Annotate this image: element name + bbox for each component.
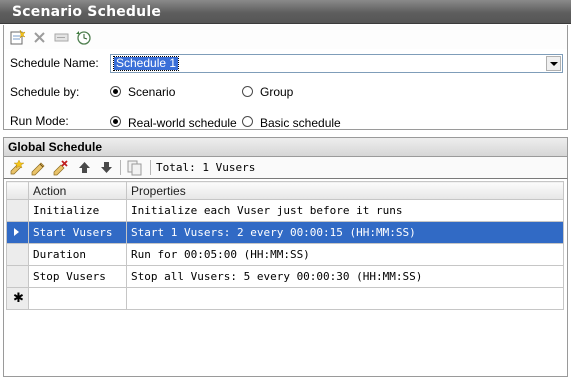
schedule-name-combo[interactable]: Schedule 1	[110, 54, 563, 73]
add-action-icon[interactable]	[8, 159, 25, 176]
schedule-by-label: Schedule by:	[10, 85, 80, 99]
action-cell[interactable]: Stop Vusers	[28, 265, 127, 288]
total-vusers-label: Total: 1 Vusers	[156, 161, 256, 174]
new-schedule-icon[interactable]	[9, 29, 26, 46]
radio-schedule-by-group-label[interactable]: Group	[260, 85, 293, 99]
row-selector[interactable]: ✱	[6, 287, 29, 310]
column-header-action[interactable]: Action	[28, 181, 127, 200]
global-schedule-toolbar: Total: 1 Vusers	[3, 157, 568, 178]
current-row-arrow-icon	[14, 228, 19, 236]
table-row[interactable]: Start Vusers Start 1 Vusers: 2 every 00:…	[6, 221, 564, 244]
toolbar-separator	[150, 160, 151, 175]
table-header-row: Action Properties	[6, 181, 564, 200]
properties-cell[interactable]: Initialize each Vuser just before it run…	[126, 199, 564, 222]
properties-cell[interactable]: Run for 00:05:00 (HH:MM:SS)	[126, 243, 564, 266]
row-header-corner	[6, 181, 29, 200]
radio-schedule-by-scenario[interactable]	[110, 86, 121, 97]
table-row[interactable]: Duration Run for 00:05:00 (HH:MM:SS)	[6, 243, 564, 266]
delete-action-icon[interactable]	[52, 159, 69, 176]
window-title: Scenario Schedule	[12, 4, 162, 20]
schedule-toolbar	[3, 25, 568, 49]
radio-run-mode-real-world[interactable]	[110, 116, 121, 127]
chevron-down-icon[interactable]	[546, 56, 561, 71]
action-cell[interactable]: Start Vusers	[28, 221, 127, 244]
toolbar-separator	[120, 160, 121, 175]
row-selector[interactable]	[6, 199, 29, 222]
schedule-name-label: Schedule Name:	[10, 56, 99, 70]
new-row-asterisk-icon: ✱	[13, 291, 24, 306]
table-row[interactable]: Stop Vusers Stop all Vusers: 5 every 00:…	[6, 265, 564, 288]
copy-icon[interactable]	[126, 159, 143, 176]
properties-cell[interactable]	[126, 287, 564, 310]
global-schedule-title: Global Schedule	[8, 140, 103, 154]
global-schedule-grid: Action Properties Initialize Initialize …	[3, 178, 568, 377]
schedule-actions-table: Action Properties Initialize Initialize …	[6, 181, 564, 310]
radio-run-mode-real-world-label[interactable]: Real-world schedule	[128, 116, 237, 130]
action-cell[interactable]: Initialize	[28, 199, 127, 222]
radio-run-mode-basic-label[interactable]: Basic schedule	[260, 116, 341, 130]
edit-action-icon[interactable]	[30, 159, 47, 176]
delete-icon[interactable]	[31, 29, 48, 46]
new-row[interactable]: ✱	[6, 287, 564, 310]
row-selector[interactable]	[6, 265, 29, 288]
radio-schedule-by-scenario-label[interactable]: Scenario	[128, 85, 175, 99]
table-row[interactable]: Initialize Initialize each Vuser just be…	[6, 199, 564, 222]
schedule-settings-panel: Schedule Name: Schedule 1 Schedule by: S…	[3, 49, 568, 130]
action-cell[interactable]: Duration	[28, 243, 127, 266]
move-up-icon[interactable]	[76, 159, 93, 176]
column-header-properties[interactable]: Properties	[126, 181, 564, 200]
radio-run-mode-basic[interactable]	[242, 116, 253, 127]
global-schedule-header: Global Schedule	[3, 137, 568, 157]
move-down-icon[interactable]	[98, 159, 115, 176]
radio-schedule-by-group[interactable]	[242, 86, 253, 97]
row-selector[interactable]	[6, 243, 29, 266]
row-selector[interactable]	[6, 221, 29, 244]
window-title-bar: Scenario Schedule	[0, 0, 571, 24]
action-cell[interactable]	[28, 287, 127, 310]
schedule-name-value[interactable]: Schedule 1	[112, 56, 180, 71]
run-mode-label: Run Mode:	[10, 114, 69, 128]
schedule-clock-icon[interactable]	[75, 29, 92, 46]
properties-cell[interactable]: Stop all Vusers: 5 every 00:00:30 (HH:MM…	[126, 265, 564, 288]
properties-cell[interactable]: Start 1 Vusers: 2 every 00:00:15 (HH:MM:…	[126, 221, 564, 244]
rename-icon[interactable]	[53, 29, 70, 46]
